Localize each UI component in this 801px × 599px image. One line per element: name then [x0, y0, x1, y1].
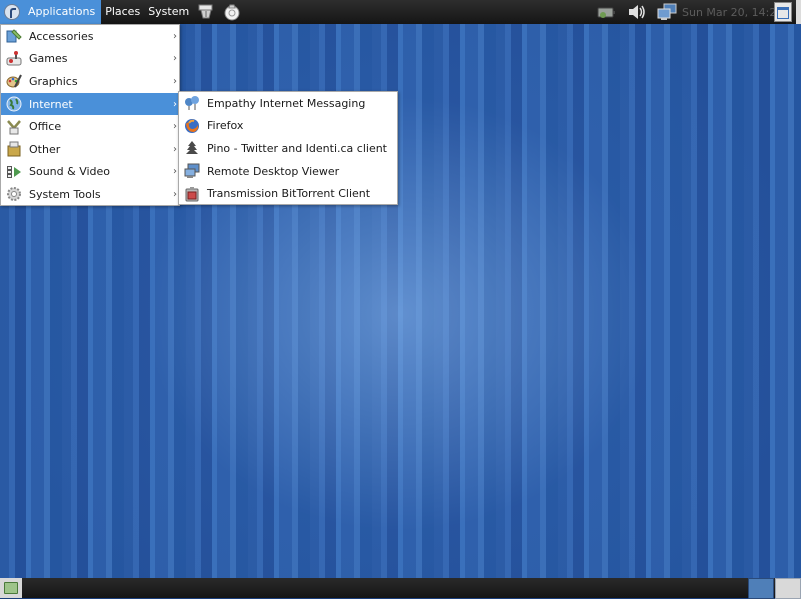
graphics-icon: [5, 72, 23, 90]
menu-item-label: Transmission BitTorrent Client: [207, 187, 371, 201]
applications-menu-button[interactable]: Applications: [0, 0, 102, 24]
menu-item-graphics[interactable]: Graphics ›: [1, 70, 179, 93]
other-icon: [5, 140, 23, 158]
menu-item-games[interactable]: Games ›: [1, 48, 179, 71]
internet-icon: [5, 95, 23, 113]
menu-item-label: Pino - Twitter and Identi.ca client: [207, 141, 387, 155]
menu-item-internet[interactable]: Internet ›: [1, 92, 179, 116]
help-browser-launcher-icon[interactable]: [222, 2, 242, 22]
firefox-icon: [183, 117, 201, 135]
system-tools-icon: [5, 185, 23, 203]
show-desktop-icon[interactable]: [0, 578, 22, 598]
system-menu-button[interactable]: System: [144, 0, 193, 24]
workspace-switcher: [747, 578, 801, 599]
bottom-panel: [0, 578, 801, 599]
games-icon: [5, 50, 23, 68]
submenu-arrow-icon: ›: [173, 30, 177, 42]
clock[interactable]: Sun Mar 20, 14:27: [682, 6, 774, 19]
menu-item-empathy[interactable]: Empathy Internet Messaging: [179, 92, 397, 115]
system-tray: Sun Mar 20, 14:27: [592, 0, 801, 24]
submenu-arrow-icon: ›: [173, 143, 177, 155]
places-menu-button[interactable]: Places: [101, 0, 144, 24]
menu-item-label: System Tools: [29, 187, 101, 201]
workspace-1[interactable]: [748, 578, 774, 599]
office-icon: [5, 118, 23, 136]
menu-item-label: Sound & Video: [29, 165, 111, 179]
sound-video-icon: [5, 163, 23, 181]
submenu-arrow-icon: ›: [173, 121, 177, 133]
volume-icon[interactable]: [626, 2, 648, 22]
menu-item-office[interactable]: Office ›: [1, 115, 179, 138]
submenu-arrow-icon: ›: [173, 188, 177, 200]
menu-item-accessories[interactable]: Accessories ›: [1, 25, 179, 48]
pino-icon: [183, 139, 201, 157]
applications-menu-label: Applications: [28, 5, 96, 18]
applications-menu: Accessories › Games › Graphics › Interne…: [0, 24, 180, 206]
submenu-arrow-icon: ›: [173, 75, 177, 87]
transmission-icon: [183, 185, 201, 203]
menu-item-label: Firefox: [207, 119, 244, 133]
workspace-2[interactable]: [775, 578, 801, 599]
internet-submenu: Empathy Internet Messaging Firefox Pino …: [178, 91, 398, 205]
network-icon[interactable]: [656, 2, 678, 22]
remote-desktop-icon: [183, 162, 201, 180]
window-list-icon[interactable]: [774, 2, 792, 22]
top-panel: Applications Places System Sun Mar 20, 1…: [0, 0, 801, 24]
submenu-arrow-icon: ›: [173, 98, 177, 110]
menu-item-label: Accessories: [29, 29, 94, 43]
menu-item-pino[interactable]: Pino - Twitter and Identi.ca client: [179, 137, 397, 160]
submenu-arrow-icon: ›: [173, 166, 177, 178]
menu-item-label: Internet: [29, 97, 73, 111]
menu-item-label: Graphics: [29, 74, 78, 88]
submenu-arrow-icon: ›: [173, 53, 177, 65]
battery-power-icon[interactable]: [596, 2, 618, 22]
menu-item-other[interactable]: Other ›: [1, 138, 179, 161]
mail-launcher-icon[interactable]: [196, 2, 216, 22]
menu-item-remote-desktop[interactable]: Remote Desktop Viewer: [179, 160, 397, 183]
menu-item-sound-video[interactable]: Sound & Video ›: [1, 161, 179, 184]
menu-item-label: Games: [29, 52, 68, 66]
menu-item-transmission[interactable]: Transmission BitTorrent Client: [179, 182, 397, 205]
menu-item-label: Empathy Internet Messaging: [207, 96, 366, 110]
accessories-icon: [5, 27, 23, 45]
menu-item-label: Office: [29, 120, 62, 134]
menu-item-label: Remote Desktop Viewer: [207, 164, 340, 178]
menu-item-label: Other: [29, 142, 61, 156]
menu-item-system-tools[interactable]: System Tools ›: [1, 183, 179, 206]
panel-edge: [796, 0, 801, 24]
menu-item-firefox[interactable]: Firefox: [179, 115, 397, 138]
fedora-logo-icon: [4, 4, 20, 20]
empathy-icon: [183, 94, 201, 112]
